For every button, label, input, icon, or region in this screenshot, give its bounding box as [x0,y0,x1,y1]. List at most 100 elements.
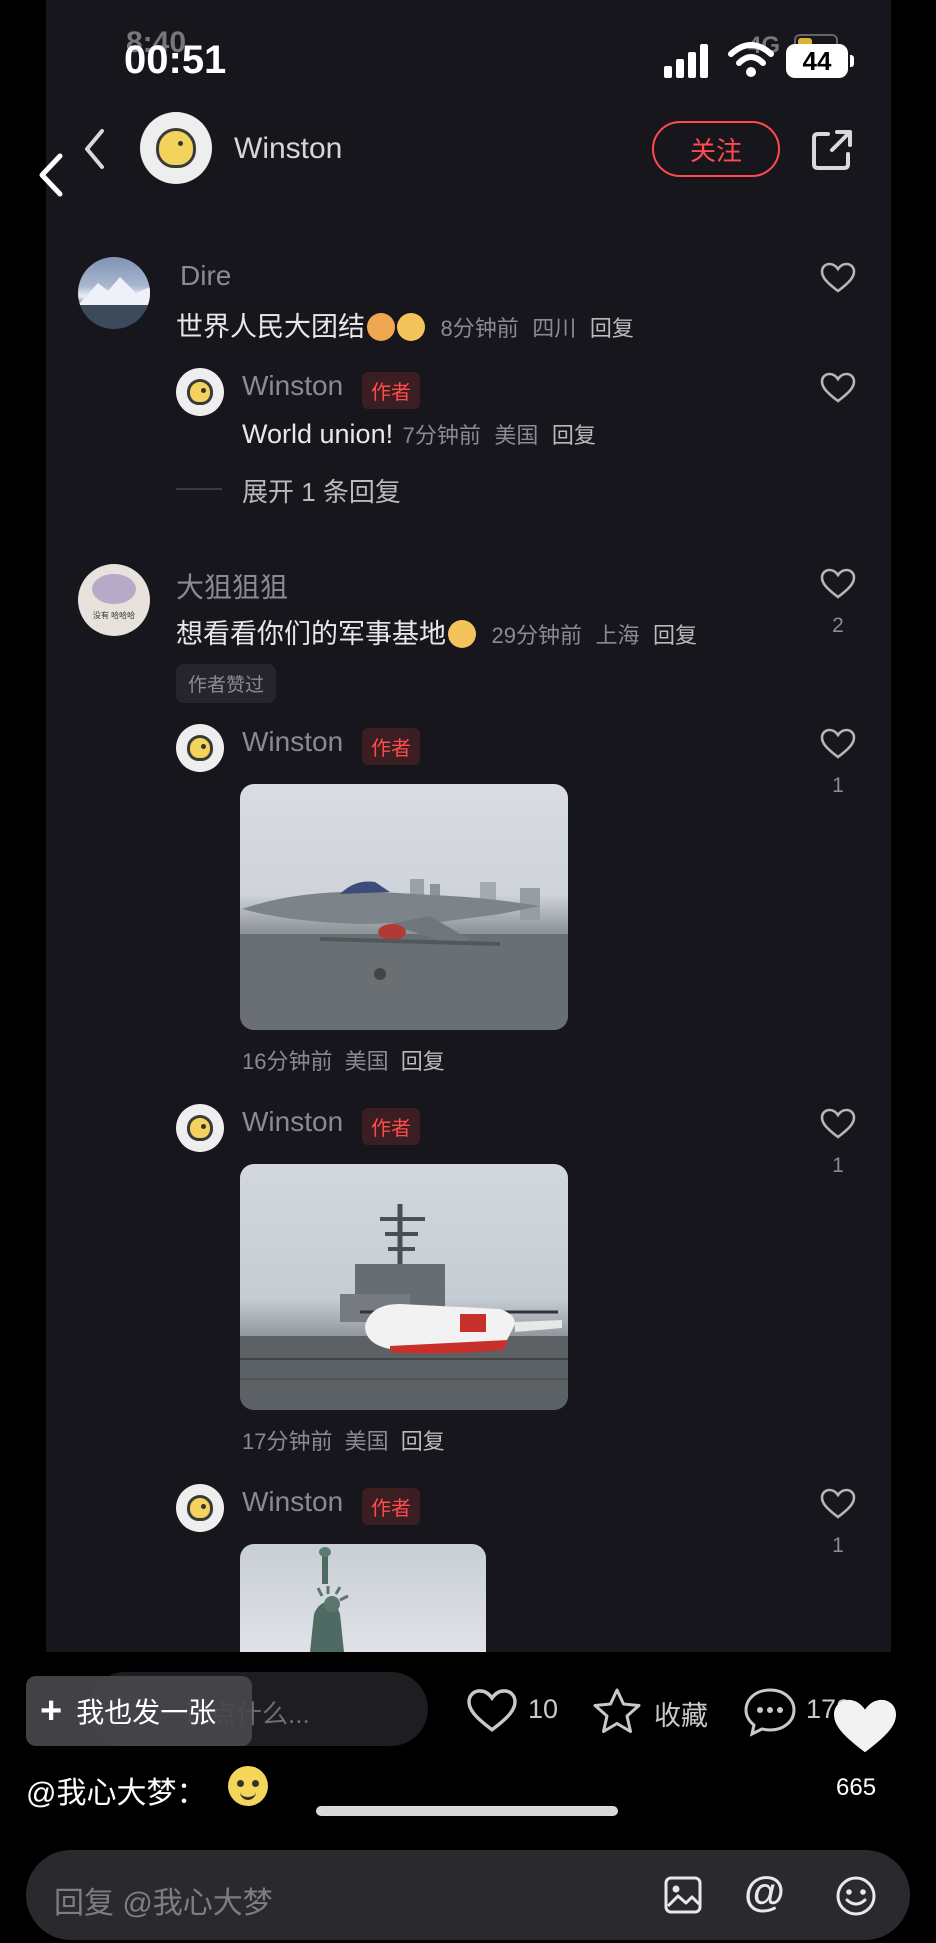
reply-location: 美国 [494,423,539,448]
back-icon[interactable] [34,150,66,200]
reply-link[interactable]: 回复 [401,1049,445,1074]
inner-back-icon[interactable] [80,126,108,172]
author-avatar[interactable] [140,112,212,184]
follow-button[interactable]: 关注 [652,121,780,177]
inner-favorite-label[interactable]: 收藏 [654,1694,708,1733]
chick-logo-icon [186,1114,214,1142]
reply-link[interactable]: 回复 [401,1429,445,1454]
reply-photo-fighter-jet[interactable] [240,784,568,1030]
reply-input[interactable]: 回复 @我心大梦 @ [26,1850,910,1940]
like-count: 1 [832,774,844,797]
avatar-figure [92,574,136,604]
reply-location: 美国 [344,1429,389,1454]
like-heart-icon[interactable] [820,1488,856,1520]
comment-location: 上海 [595,623,640,648]
reply-meta: 17分钟前 美国 回复 [242,1424,445,1456]
dog-emoji-icon [448,620,476,648]
battery-level: 44 [802,45,832,76]
author-badge: 作者 [362,728,420,765]
reply-photo-statue-of-liberty[interactable] [240,1544,486,1652]
big-like-count: 665 [836,1774,877,1801]
reply-text: World union! 7分钟前 美国 回复 [242,418,596,450]
post-photo-button[interactable]: + 我也发一张 [26,1676,252,1746]
like-heart-icon[interactable] [820,372,856,404]
dog-emoji-icon [397,313,425,341]
chick-logo-icon [155,127,197,169]
reply-avatar-winston[interactable] [176,1484,224,1532]
comment-time: 8分钟前 [440,316,519,341]
battery-tip [850,55,854,67]
big-like-icon[interactable] [830,1696,900,1758]
status-time: 00:51 [124,38,227,82]
statue-of-liberty-image [310,1547,349,1652]
reply-username[interactable]: Winston [242,726,343,758]
reply-avatar-winston[interactable] [176,368,224,416]
reply-username[interactable]: Winston [242,1106,343,1138]
avatar-caption: 没有 哈哈哈 [92,611,136,620]
comment-text-content: 世界人民大团结 [176,312,365,342]
reply-username[interactable]: Winston [242,1486,343,1518]
fighter-jet-image [240,879,568,1030]
reply-link[interactable]: 回复 [590,316,634,341]
like-heart-icon[interactable] [820,568,856,600]
reply-link[interactable]: 回复 [653,623,697,648]
author-badge: 作者 [362,1108,420,1145]
like-count: 1 [832,1534,844,1557]
liked-by-author-badge: 作者赞过 [176,664,277,703]
plus-icon: + [40,1690,63,1732]
like-count: 2 [832,614,844,637]
user-avatar-dire[interactable] [78,257,150,329]
expand-divider [176,488,222,490]
follow-label: 关注 [689,135,742,166]
mountain-avatar-image [78,277,150,329]
comment-text: 想看看你们的军事基地 29分钟前 上海 回复 [176,612,697,651]
inner-like-icon[interactable] [466,1688,518,1734]
chick-logo-icon [186,378,214,406]
reply-avatar-winston[interactable] [176,1104,224,1152]
angry-emoji-icon [367,313,395,341]
post-photo-label: 我也发一张 [76,1697,217,1728]
reply-meta: 16分钟前 美国 回复 [242,1044,445,1076]
reply-location: 美国 [344,1049,389,1074]
image-picker-icon[interactable] [662,1874,704,1916]
share-icon[interactable] [810,128,854,172]
reply-username[interactable]: Winston [242,370,343,402]
helicopter-image [240,1204,568,1410]
comment-username[interactable]: Dire [180,260,231,292]
reply-link[interactable]: 回复 [552,423,596,448]
mention-text: @我心大梦： [26,1777,207,1810]
comment-location: 四川 [532,316,577,341]
reply-avatar-winston[interactable] [176,724,224,772]
comment-text: 世界人民大团结 8分钟前 四川 回复 [176,305,634,344]
chick-logo-icon [186,1494,214,1522]
cellular-signal-icon [664,44,708,78]
mention-at-icon[interactable]: @ [744,1868,785,1916]
inner-comment-icon[interactable] [742,1686,798,1738]
user-avatar-dajuju[interactable]: 没有 哈哈哈 [78,564,150,636]
author-badge: 作者 [362,372,420,409]
like-heart-icon[interactable] [820,1108,856,1140]
like-heart-icon[interactable] [820,728,856,760]
like-count: 1 [832,1154,844,1177]
sweat-smile-emoji-icon [228,1766,268,1806]
inner-favorite-icon[interactable] [590,1686,644,1738]
reply-time: 7分钟前 [402,423,481,448]
expand-replies-link[interactable]: 展开 1 条回复 [242,472,401,509]
comment-text-content: 想看看你们的军事基地 [176,619,446,649]
reply-photo-helicopter[interactable] [240,1164,568,1410]
chick-logo-icon [186,734,214,762]
battery-icon: 44 [786,44,848,78]
home-indicator [316,1806,618,1816]
reply-input-placeholder: 回复 @我心大梦 [54,1887,273,1920]
comment-username[interactable]: 大狙狙狙 [176,566,288,606]
like-heart-icon[interactable] [820,262,856,294]
reply-text-content: World union! [242,419,394,449]
author-badge: 作者 [362,1488,420,1525]
author-name[interactable]: Winston [234,132,342,166]
emoji-picker-icon[interactable] [834,1874,878,1918]
comment-time: 29分钟前 [491,623,582,648]
reply-time: 16分钟前 [242,1049,333,1074]
reply-time: 17分钟前 [242,1429,333,1454]
wifi-icon [728,42,774,77]
inner-like-count: 10 [528,1694,559,1724]
